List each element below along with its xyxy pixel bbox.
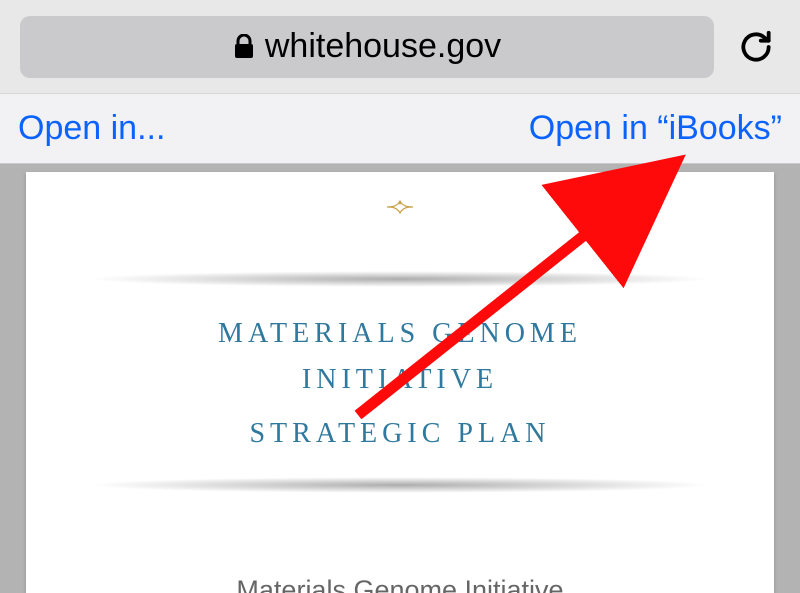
- lock-icon: [233, 34, 255, 60]
- title-line-2: INITIATIVE: [26, 359, 774, 401]
- reload-button[interactable]: [732, 23, 780, 71]
- title-line-1: MATERIALS GENOME: [26, 313, 774, 355]
- pdf-viewport[interactable]: MATERIALS GENOME INITIATIVE STRATEGIC PL…: [0, 164, 800, 593]
- browser-top-chrome: whitehouse.gov: [0, 0, 800, 94]
- open-in-button[interactable]: Open in...: [18, 109, 165, 148]
- url-bar[interactable]: whitehouse.gov: [20, 16, 714, 78]
- share-action-bar: Open in... Open in “iBooks”: [0, 94, 800, 164]
- decorative-shadow: [86, 477, 714, 493]
- document-title: MATERIALS GENOME INITIATIVE STRATEGIC PL…: [26, 313, 774, 455]
- url-text: whitehouse.gov: [265, 27, 501, 66]
- document-subtitle: Materials Genome Initiative: [26, 575, 774, 593]
- reload-icon: [737, 28, 775, 66]
- pdf-page: MATERIALS GENOME INITIATIVE STRATEGIC PL…: [26, 172, 774, 593]
- decorative-shadow: [86, 271, 714, 287]
- ornament-icon: [26, 198, 774, 221]
- open-in-ibooks-button[interactable]: Open in “iBooks”: [529, 109, 782, 148]
- title-line-3: STRATEGIC PLAN: [26, 413, 774, 455]
